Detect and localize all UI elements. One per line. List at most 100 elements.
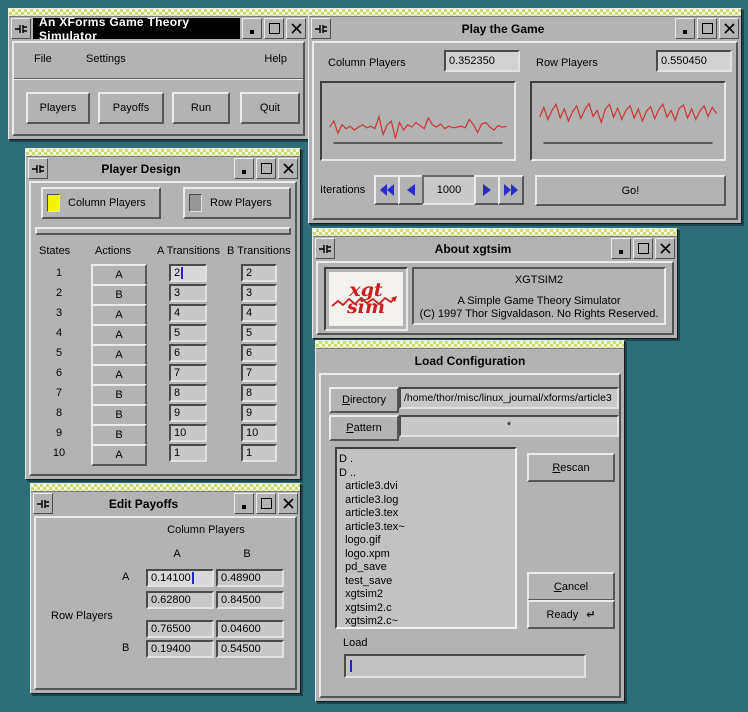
file-item[interactable]: test_save bbox=[339, 575, 513, 589]
iterations-fast-increment-button[interactable] bbox=[498, 175, 524, 205]
b-transition-input[interactable]: 9 bbox=[241, 404, 277, 422]
file-item[interactable]: article3.dvi bbox=[339, 480, 513, 494]
a-transition-input[interactable]: 3 bbox=[169, 284, 207, 302]
pin-icon[interactable] bbox=[315, 238, 335, 259]
a-transition-input[interactable]: 2 bbox=[169, 264, 207, 282]
load-input[interactable] bbox=[344, 654, 586, 678]
titlebar[interactable]: About xgtsim bbox=[313, 237, 677, 260]
close-button[interactable] bbox=[719, 18, 739, 39]
maximize-button[interactable] bbox=[256, 158, 276, 179]
payoff-input-b-b2[interactable]: 0.54500 bbox=[216, 640, 284, 658]
minimize-button[interactable] bbox=[611, 238, 631, 259]
payoff-input-b-b1[interactable]: 0.04600 bbox=[216, 620, 284, 638]
close-button[interactable] bbox=[655, 238, 675, 259]
close-button[interactable] bbox=[286, 18, 306, 39]
file-item[interactable]: logo.xpm bbox=[339, 548, 513, 562]
file-list[interactable]: D . D .. article3.dvi article3.log artic… bbox=[335, 447, 517, 629]
cancel-button[interactable]: Cancel bbox=[527, 572, 615, 601]
a-transition-input[interactable]: 1 bbox=[169, 444, 207, 462]
resize-handle-bar[interactable] bbox=[316, 341, 624, 349]
resize-handle-bar[interactable] bbox=[313, 229, 677, 237]
file-item[interactable]: xgtsim2.c bbox=[339, 602, 513, 616]
a-transition-input[interactable]: 5 bbox=[169, 324, 207, 342]
payoffs-button[interactable]: Payoffs bbox=[98, 92, 164, 124]
titlebar[interactable]: Player Design bbox=[26, 157, 300, 180]
file-item[interactable]: logo.gif bbox=[339, 534, 513, 548]
iterations-value-field[interactable]: 1000 bbox=[422, 175, 476, 205]
resize-handle-bar[interactable] bbox=[31, 484, 300, 492]
action-button[interactable]: A bbox=[91, 444, 147, 466]
file-item[interactable]: D .. bbox=[339, 467, 513, 481]
minimize-button[interactable] bbox=[675, 18, 695, 39]
file-item[interactable]: pd_save bbox=[339, 561, 513, 575]
b-transition-input[interactable]: 8 bbox=[241, 384, 277, 402]
run-button[interactable]: Run bbox=[172, 92, 230, 124]
close-button[interactable] bbox=[278, 158, 298, 179]
a-transition-input[interactable]: 4 bbox=[169, 304, 207, 322]
directory-button[interactable]: Directory bbox=[329, 387, 399, 413]
file-item[interactable]: article3.log bbox=[339, 494, 513, 508]
maximize-button[interactable] bbox=[256, 493, 276, 514]
payoff-input-a-b1[interactable]: 0.76500 bbox=[146, 620, 214, 638]
action-button[interactable]: A bbox=[91, 364, 147, 386]
b-transition-input[interactable]: 6 bbox=[241, 344, 277, 362]
directory-input[interactable]: /home/thor/misc/linux_journal/xforms/art… bbox=[399, 387, 619, 409]
a-transition-input[interactable]: 8 bbox=[169, 384, 207, 402]
b-transition-input[interactable]: 2 bbox=[241, 264, 277, 282]
resize-handle-bar[interactable] bbox=[309, 9, 741, 17]
menu-file[interactable]: File bbox=[28, 43, 58, 75]
maximize-button[interactable] bbox=[697, 18, 717, 39]
titlebar[interactable]: Play the Game bbox=[309, 17, 741, 40]
action-button[interactable]: A bbox=[91, 344, 147, 366]
maximize-button[interactable] bbox=[264, 18, 284, 39]
a-transition-input[interactable]: 6 bbox=[169, 344, 207, 362]
quit-button[interactable]: Quit bbox=[240, 92, 300, 124]
pattern-input[interactable]: * bbox=[399, 415, 619, 437]
players-button[interactable]: Players bbox=[26, 92, 90, 124]
pin-icon[interactable] bbox=[311, 18, 331, 39]
resize-handle-bar[interactable] bbox=[26, 149, 300, 157]
b-transition-input[interactable]: 5 bbox=[241, 324, 277, 342]
payoff-input-b-a1[interactable]: 0.48900 bbox=[216, 569, 284, 587]
menu-help[interactable]: Help bbox=[258, 43, 293, 75]
column-players-toggle[interactable]: Column Players bbox=[41, 187, 161, 219]
payoff-input-a-b2[interactable]: 0.19400 bbox=[146, 640, 214, 658]
file-item[interactable]: D . bbox=[339, 453, 513, 467]
payoff-input-a-a1[interactable]: 0.14100 bbox=[146, 569, 214, 587]
b-transition-input[interactable]: 3 bbox=[241, 284, 277, 302]
rescan-button[interactable]: Rescan bbox=[527, 453, 615, 482]
go-button[interactable]: Go! bbox=[535, 175, 726, 206]
minimize-button[interactable] bbox=[234, 158, 254, 179]
file-item[interactable]: xgtsim2 bbox=[339, 588, 513, 602]
b-transition-input[interactable]: 4 bbox=[241, 304, 277, 322]
close-button[interactable] bbox=[278, 493, 298, 514]
menu-settings[interactable]: Settings bbox=[80, 43, 132, 75]
action-button[interactable]: B bbox=[91, 404, 147, 426]
pin-icon[interactable] bbox=[11, 18, 31, 39]
payoff-input-a-a2[interactable]: 0.62800 bbox=[146, 591, 214, 609]
action-button[interactable]: B bbox=[91, 284, 147, 306]
file-item[interactable]: article3.tex bbox=[339, 507, 513, 521]
row-players-toggle[interactable]: Row Players bbox=[183, 187, 291, 219]
b-transition-input[interactable]: 1 bbox=[241, 444, 277, 462]
a-transition-input[interactable]: 7 bbox=[169, 364, 207, 382]
payoff-input-b-a2[interactable]: 0.84500 bbox=[216, 591, 284, 609]
action-button[interactable]: A bbox=[91, 324, 147, 346]
iterations-fast-decrement-button[interactable] bbox=[374, 175, 400, 205]
action-button[interactable]: A bbox=[91, 264, 147, 286]
titlebar[interactable]: Load Configuration bbox=[316, 349, 624, 372]
action-button[interactable]: A bbox=[91, 304, 147, 326]
a-transition-input[interactable]: 10 bbox=[169, 424, 207, 442]
minimize-button[interactable] bbox=[234, 493, 254, 514]
a-transition-input[interactable]: 9 bbox=[169, 404, 207, 422]
minimize-button[interactable] bbox=[242, 18, 262, 39]
action-button[interactable]: B bbox=[91, 384, 147, 406]
b-transition-input[interactable]: 10 bbox=[241, 424, 277, 442]
file-item[interactable]: xgtsim2.c~ bbox=[339, 615, 513, 629]
b-transition-input[interactable]: 7 bbox=[241, 364, 277, 382]
iterations-decrement-button[interactable] bbox=[398, 175, 424, 205]
pin-icon[interactable] bbox=[28, 158, 48, 179]
action-button[interactable]: B bbox=[91, 424, 147, 446]
pin-icon[interactable] bbox=[33, 493, 53, 514]
titlebar[interactable]: Edit Payoffs bbox=[31, 492, 300, 515]
